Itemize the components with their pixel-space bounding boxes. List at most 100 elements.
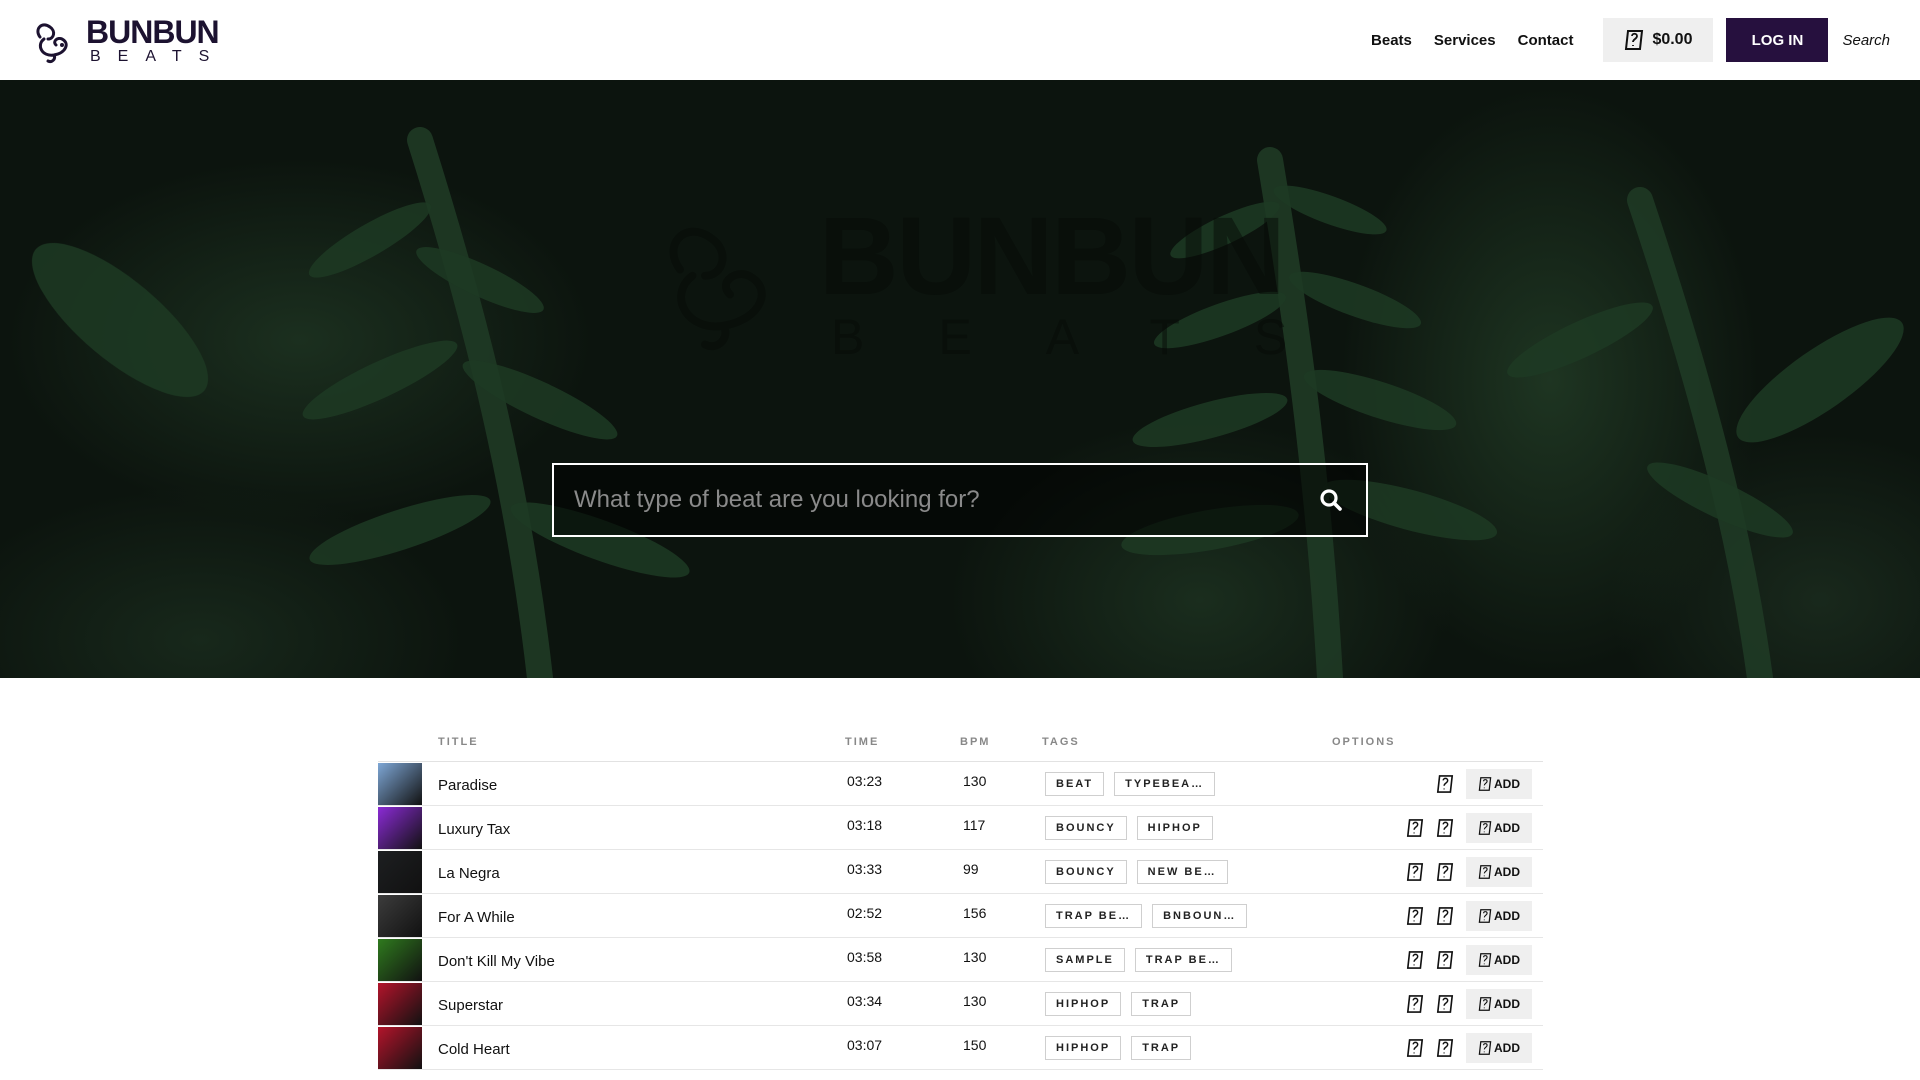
table-row[interactable]: Superstar 03:34 130 HIPHOP TRAP ADD xyxy=(378,982,1543,1026)
track-cover-image[interactable] xyxy=(378,895,422,937)
add-to-cart-button[interactable]: ADD xyxy=(1466,813,1532,843)
watermark-subtitle: BEATS xyxy=(831,309,1362,365)
tag-chip[interactable]: TYPEBEA… xyxy=(1114,772,1216,796)
cart-icon xyxy=(1478,908,1492,924)
add-to-cart-button[interactable]: ADD xyxy=(1466,1033,1532,1063)
track-cover-image[interactable] xyxy=(378,763,422,805)
header-tags: TAGS xyxy=(1042,736,1080,748)
main-nav: Beats Services Contact $0.00 LOG IN Sear… xyxy=(1371,18,1920,62)
cart-total: $0.00 xyxy=(1652,31,1693,48)
track-bpm: 130 xyxy=(963,773,987,789)
bunny-logo-icon xyxy=(36,22,68,63)
cart-icon xyxy=(1478,776,1492,792)
share-icon[interactable] xyxy=(1406,862,1424,882)
tag-chip[interactable]: BNBOUN… xyxy=(1152,904,1248,928)
tag-chip[interactable]: TRAP xyxy=(1131,1036,1192,1060)
cart-icon xyxy=(1478,1040,1492,1056)
table-row[interactable]: Luxury Tax 03:18 117 BOUNCY HIPHOP ADD xyxy=(378,806,1543,850)
add-to-cart-button[interactable]: ADD xyxy=(1466,945,1532,975)
track-time: 03:07 xyxy=(847,1037,883,1053)
cart-icon xyxy=(1478,820,1492,836)
search-icon xyxy=(1320,489,1342,511)
fern-background-image xyxy=(31,127,1904,678)
track-title[interactable]: Luxury Tax xyxy=(438,821,510,838)
track-bpm: 130 xyxy=(963,949,987,965)
track-time: 03:23 xyxy=(847,773,883,789)
share-icon[interactable] xyxy=(1406,818,1424,838)
track-cover-image[interactable] xyxy=(378,807,422,849)
watermark-name: BUNBUN xyxy=(819,195,1286,318)
add-label: ADD xyxy=(1494,909,1520,923)
track-tags: TRAP BE… BNBOUN… xyxy=(1045,904,1248,928)
tag-chip[interactable]: NEW BE… xyxy=(1136,860,1228,884)
beat-search-button[interactable] xyxy=(1296,465,1366,535)
track-tags: HIPHOP TRAP xyxy=(1045,1036,1192,1060)
add-label: ADD xyxy=(1494,1041,1520,1055)
add-to-cart-button[interactable]: ADD xyxy=(1466,901,1532,931)
nav-beats[interactable]: Beats xyxy=(1371,32,1412,49)
track-title[interactable]: Cold Heart xyxy=(438,1041,510,1058)
share-icon[interactable] xyxy=(1406,994,1424,1014)
logo-name: BUNBUN xyxy=(86,14,220,50)
share-icon[interactable] xyxy=(1406,906,1424,926)
download-icon[interactable] xyxy=(1436,818,1454,838)
add-to-cart-button[interactable]: ADD xyxy=(1466,989,1532,1019)
tag-chip[interactable]: SAMPLE xyxy=(1045,948,1125,972)
nav-services[interactable]: Services xyxy=(1434,32,1496,49)
download-icon[interactable] xyxy=(1436,906,1454,926)
tag-chip[interactable]: HIPHOP xyxy=(1045,992,1122,1016)
beat-search-input[interactable] xyxy=(554,465,1296,535)
track-title[interactable]: La Negra xyxy=(438,865,500,882)
cart-icon xyxy=(1478,996,1492,1012)
add-label: ADD xyxy=(1494,953,1520,967)
cart-button[interactable]: $0.00 xyxy=(1603,18,1714,62)
track-cover-image[interactable] xyxy=(378,851,422,893)
tag-chip[interactable]: BOUNCY xyxy=(1045,816,1127,840)
track-cover-image[interactable] xyxy=(378,983,422,1025)
track-bpm: 150 xyxy=(963,1037,987,1053)
share-icon[interactable] xyxy=(1406,950,1424,970)
add-to-cart-button[interactable]: ADD xyxy=(1466,769,1532,799)
download-icon[interactable] xyxy=(1436,994,1454,1014)
download-icon[interactable] xyxy=(1436,1038,1454,1058)
track-title[interactable]: Don't Kill My Vibe xyxy=(438,953,555,970)
track-bpm: 130 xyxy=(963,993,987,1009)
tag-chip[interactable]: BEAT xyxy=(1045,772,1105,796)
track-title[interactable]: For A While xyxy=(438,909,515,926)
track-time: 03:58 xyxy=(847,949,883,965)
table-row[interactable]: La Negra 03:33 99 BOUNCY NEW BE… ADD xyxy=(378,850,1543,894)
download-icon[interactable] xyxy=(1436,862,1454,882)
tag-chip[interactable]: TRAP BE… xyxy=(1134,948,1232,972)
track-cover-image[interactable] xyxy=(378,1027,422,1069)
track-tags: BEAT TYPEBEA… xyxy=(1045,772,1216,796)
header-title: TITLE xyxy=(438,736,479,748)
tag-chip[interactable]: HIPHOP xyxy=(1136,816,1213,840)
track-bpm: 156 xyxy=(963,905,987,921)
download-icon[interactable] xyxy=(1436,774,1454,794)
track-time: 02:52 xyxy=(847,905,883,921)
header-options: OPTIONS xyxy=(1332,736,1396,748)
track-tags: HIPHOP TRAP xyxy=(1045,992,1192,1016)
table-row[interactable]: Paradise 03:23 130 BEAT TYPEBEA… ADD xyxy=(378,762,1543,806)
nav-contact[interactable]: Contact xyxy=(1518,32,1574,49)
brand-logo[interactable]: BUNBUN BEATS xyxy=(32,16,226,65)
add-label: ADD xyxy=(1494,997,1520,1011)
table-row[interactable]: Cold Heart 03:07 150 HIPHOP TRAP ADD xyxy=(378,1026,1543,1070)
track-title[interactable]: Superstar xyxy=(438,997,503,1014)
search-link[interactable]: Search xyxy=(1842,32,1890,49)
track-title[interactable]: Paradise xyxy=(438,777,497,794)
tag-chip[interactable]: TRAP BE… xyxy=(1045,904,1143,928)
site-header: BUNBUN BEATS Beats Services Contact $0.0… xyxy=(0,0,1920,80)
table-row[interactable]: Don't Kill My Vibe 03:58 130 SAMPLE TRAP BE…… xyxy=(378,938,1543,982)
table-row[interactable]: For A While 02:52 156 TRAP BE… BNBOUN… ADD xyxy=(378,894,1543,938)
track-cover-image[interactable] xyxy=(378,939,422,981)
tag-chip[interactable]: BOUNCY xyxy=(1045,860,1127,884)
login-button[interactable]: LOG IN xyxy=(1726,18,1829,62)
add-to-cart-button[interactable]: ADD xyxy=(1466,857,1532,887)
share-icon[interactable] xyxy=(1406,1038,1424,1058)
tag-chip[interactable]: TRAP xyxy=(1131,992,1192,1016)
beat-search-bar xyxy=(552,463,1368,537)
download-icon[interactable] xyxy=(1436,950,1454,970)
add-label: ADD xyxy=(1494,777,1520,791)
tag-chip[interactable]: HIPHOP xyxy=(1045,1036,1122,1060)
